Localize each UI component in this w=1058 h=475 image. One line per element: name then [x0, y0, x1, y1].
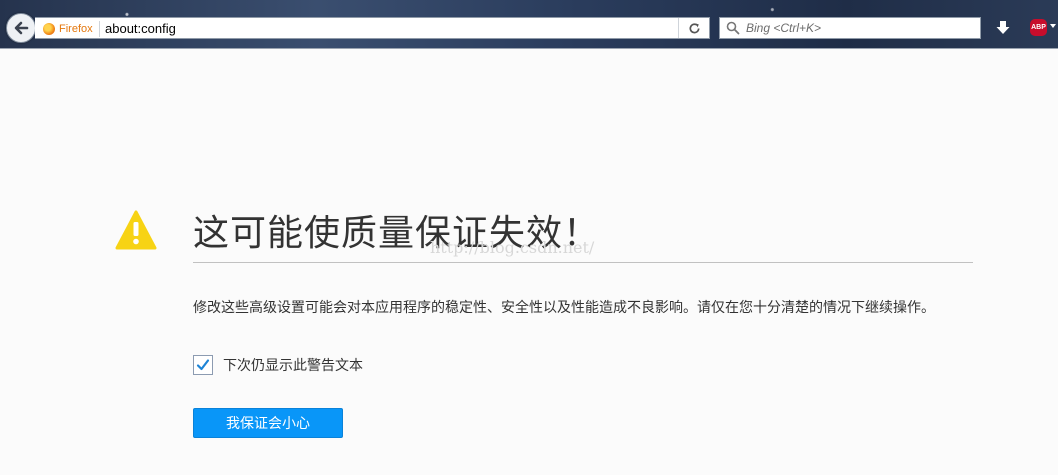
warning-icon: [115, 210, 157, 250]
accept-risk-button[interactable]: 我保证会小心: [193, 408, 343, 438]
url-bar[interactable]: Firefox about:config: [35, 17, 710, 39]
search-bar[interactable]: Bing <Ctrl+K>: [719, 17, 981, 39]
url-text[interactable]: about:config: [105, 21, 176, 36]
checkmark-icon: [196, 359, 210, 371]
search-placeholder: Bing <Ctrl+K>: [746, 21, 822, 35]
back-button[interactable]: [6, 13, 36, 43]
search-icon: [726, 21, 740, 35]
checkbox-label[interactable]: 下次仍显示此警告文本: [223, 355, 363, 375]
title-divider: [193, 262, 973, 263]
show-warning-checkbox[interactable]: [193, 355, 213, 375]
firefox-logo-icon: [43, 23, 55, 35]
chevron-down-icon[interactable]: [1050, 24, 1056, 28]
show-warning-option[interactable]: 下次仍显示此警告文本: [193, 355, 363, 375]
warning-message: 修改这些高级设置可能会对本应用程序的稳定性、安全性以及性能造成不良影响。请仅在您…: [193, 300, 935, 316]
downloads-button[interactable]: [992, 17, 1014, 39]
site-identity[interactable]: Firefox: [43, 21, 100, 37]
reload-button[interactable]: [678, 18, 709, 38]
download-arrow-icon: [996, 21, 1010, 34]
browser-toolbar: Firefox about:config Bing <Ctrl+K> ABP: [0, 0, 1058, 49]
back-arrow-icon: [14, 21, 29, 35]
identity-label: Firefox: [59, 23, 93, 35]
reload-icon: [689, 22, 700, 33]
adblock-button[interactable]: ABP: [1030, 19, 1047, 36]
watermark-text: http://blog.csdn.net/: [430, 238, 595, 257]
